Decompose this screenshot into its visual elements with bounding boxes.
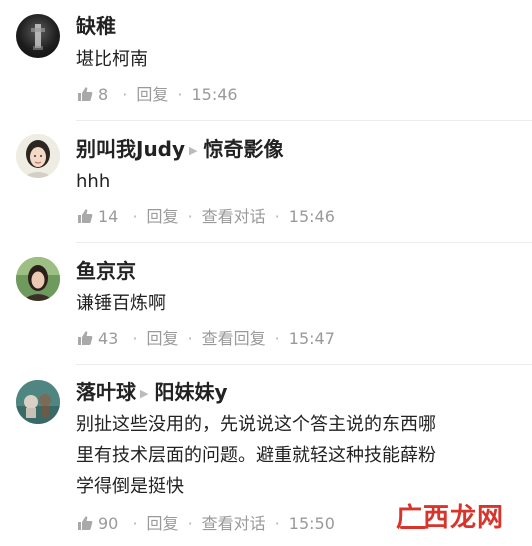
comment-text: hhh [76,171,111,192]
watermark: 广西龙网 [396,503,505,533]
like-count: 43 [98,329,119,348]
separator-dot: · [132,329,138,348]
separator-dot: · [187,329,193,348]
comment-text-line: 里有技术层面的问题。避重就轻这种技能薛粉 [76,445,436,466]
separator-dot: · [274,329,280,348]
username-line: 落叶球 ▶ 阳妹妹y [76,380,228,406]
avatar[interactable] [16,257,60,301]
avatar[interactable] [16,14,60,58]
timestamp: 15:46 [288,207,335,226]
separator-dot: · [132,514,138,533]
reply-to-username[interactable]: 阳妹妹y [154,380,227,404]
thumbs-up-icon [78,87,93,101]
reply-button[interactable]: 回复 [147,207,179,226]
comment-meta: 90 · 回复 · 查看对话 · 15:50 [76,514,335,534]
timestamp: 15:50 [288,514,335,533]
comment-text-line: 学得倒是挺快 [76,476,184,497]
separator-dot: · [274,514,280,533]
reply-button[interactable]: 回复 [136,85,168,104]
view-conversation-button[interactable]: 查看对话 [202,514,266,533]
comment-text: 别扯这些没用的，先说说这个答主说的东西哪 里有技术层面的问题。避重就轻这种技能薛… [76,409,516,502]
avatar[interactable] [16,380,60,424]
username[interactable]: 别叫我Judy [76,137,185,161]
divider [76,120,532,121]
comment-meta: 8 · 回复 · 15:46 [76,85,238,105]
separator-dot: · [177,85,183,104]
reply-arrow-icon: ▶ [140,386,149,400]
divider [76,242,532,243]
separator-dot: · [122,85,128,104]
like-button[interactable]: 90 [76,514,123,533]
thumbs-up-icon [78,209,93,223]
watermark-underline [400,526,426,529]
thumbs-up-icon [78,516,93,530]
like-button[interactable]: 43 [76,329,123,348]
comment-text: 谦锤百炼啊 [76,293,166,314]
comment-text-line: 别扯这些没用的，先说说这个答主说的东西哪 [76,414,436,435]
view-replies-button[interactable]: 查看回复 [202,329,266,348]
view-conversation-button[interactable]: 查看对话 [202,207,266,226]
like-button[interactable]: 8 [76,85,113,104]
comment-text: 堪比柯南 [76,49,148,70]
username[interactable]: 落叶球 [76,380,136,404]
separator-dot: · [187,207,193,226]
reply-button[interactable]: 回复 [147,329,179,348]
like-count: 90 [98,514,119,533]
like-button[interactable]: 14 [76,207,123,226]
reply-arrow-icon: ▶ [189,143,198,157]
separator-dot: · [132,207,138,226]
like-count: 14 [98,207,119,226]
thumbs-up-icon [78,331,93,345]
comment-meta: 43 · 回复 · 查看回复 · 15:47 [76,329,335,349]
comment-meta: 14 · 回复 · 查看对话 · 15:46 [76,207,335,227]
reply-button[interactable]: 回复 [147,514,179,533]
divider [76,364,532,365]
username[interactable]: 缺稚 [76,14,116,38]
reply-to-username[interactable]: 惊奇影像 [204,137,284,161]
timestamp: 15:46 [191,85,238,104]
like-count: 8 [98,85,109,104]
separator-dot: · [274,207,280,226]
timestamp: 15:47 [288,329,335,348]
avatar[interactable] [16,134,60,178]
username-line: 别叫我Judy ▶ 惊奇影像 [76,137,284,163]
username[interactable]: 鱼京京 [76,259,136,283]
separator-dot: · [187,514,193,533]
